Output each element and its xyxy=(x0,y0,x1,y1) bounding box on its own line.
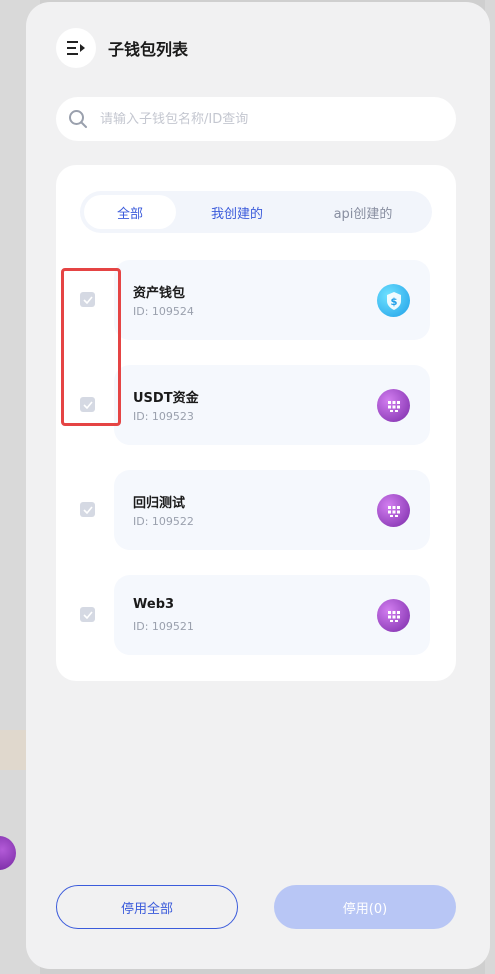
check-icon xyxy=(82,610,93,619)
wallet-card[interactable]: USDT资金 ID: 109523 xyxy=(114,365,430,445)
grid-dots-icon xyxy=(377,494,410,527)
grid-dots-icon xyxy=(377,599,410,632)
menu-collapse-icon xyxy=(67,41,85,55)
list-item: 回归测试 ID: 109522 xyxy=(56,470,456,575)
search-icon xyxy=(69,110,87,128)
wallet-checkbox[interactable] xyxy=(80,607,95,622)
wallet-id: ID: 109523 xyxy=(133,410,194,423)
wallet-name: 回归测试 xyxy=(133,496,186,511)
svg-text:$: $ xyxy=(390,297,397,308)
grid-dots-icon xyxy=(377,389,410,422)
disable-selected-button[interactable]: 停用(0) xyxy=(274,885,456,929)
check-icon xyxy=(82,505,93,514)
wallet-card[interactable]: 回归测试 ID: 109522 xyxy=(114,470,430,550)
wallet-id: ID: 109522 xyxy=(133,515,194,528)
tab-created-by-api[interactable]: api创建的 xyxy=(298,195,428,229)
wallet-checkbox[interactable] xyxy=(80,502,95,517)
wallet-name: 资产钱包 xyxy=(133,286,186,301)
disable-all-button[interactable]: 停用全部 xyxy=(56,885,238,929)
wallet-card[interactable]: 资产钱包 ID: 109524 $ xyxy=(114,260,430,340)
drawer-header: 子钱包列表 xyxy=(56,28,188,68)
wallet-id: ID: 109521 xyxy=(133,620,194,633)
shield-dollar-icon: $ xyxy=(377,284,410,317)
search-input[interactable] xyxy=(100,111,420,127)
wallet-name: Web3 xyxy=(133,597,175,612)
filter-tabs: 全部 我创建的 api创建的 xyxy=(80,191,432,233)
wallet-name: USDT资金 xyxy=(133,391,199,406)
page-title: 子钱包列表 xyxy=(108,40,189,59)
wallet-id: ID: 109524 xyxy=(133,305,194,318)
search-bar xyxy=(56,97,456,141)
tab-created-by-me[interactable]: 我创建的 xyxy=(176,195,298,229)
list-item: Web3 ID: 109521 xyxy=(56,575,456,680)
wallet-drawer: 子钱包列表 全部 我创建的 api创建的 资产钱包 ID: 109524 xyxy=(26,2,490,969)
highlight-box xyxy=(61,268,121,426)
wallet-card[interactable]: Web3 ID: 109521 xyxy=(114,575,430,655)
tab-all[interactable]: 全部 xyxy=(84,195,176,229)
collapse-menu-button[interactable] xyxy=(56,28,96,68)
